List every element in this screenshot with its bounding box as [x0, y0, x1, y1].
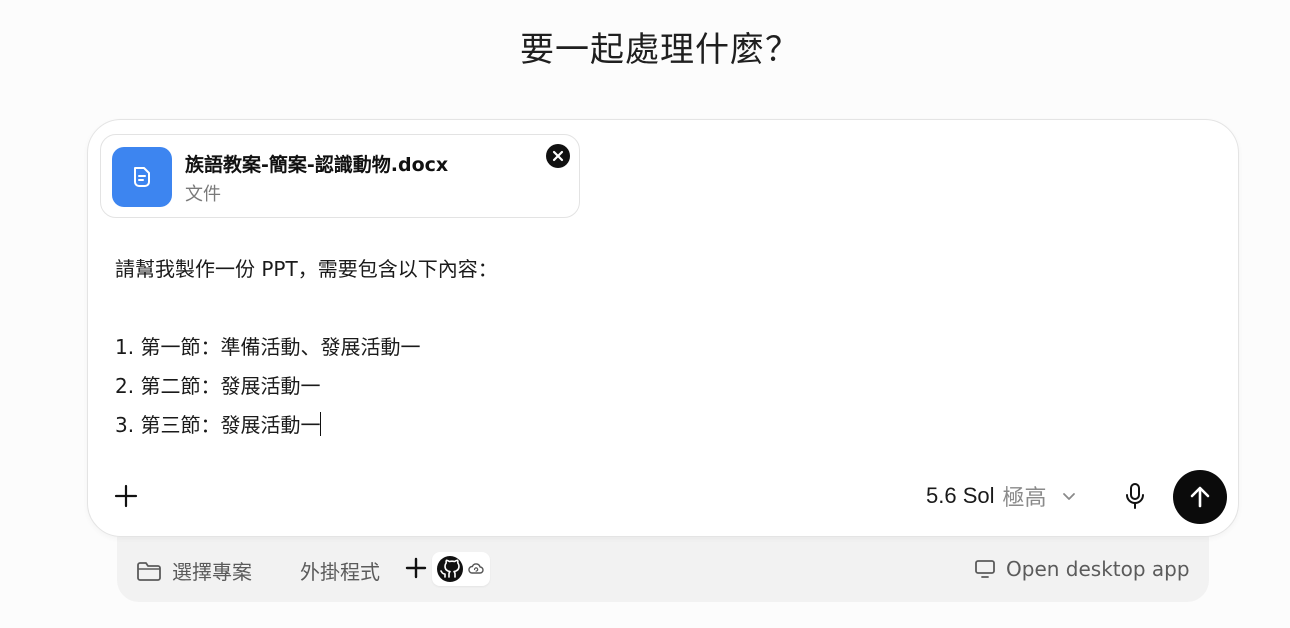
composer: 族語教案-簡案-認識動物.docx 文件 請幫我製作一份 PPT，需要包含以下內… [87, 119, 1239, 537]
folder-icon [137, 561, 161, 581]
select-project-button[interactable]: 選擇專案 [136, 556, 252, 585]
microphone-icon [1126, 483, 1144, 509]
prompt-input[interactable]: 請幫我製作一份 PPT，需要包含以下內容： 1. 第一節：準備活動、發展活動一 … [115, 250, 1205, 460]
add-button[interactable] [112, 482, 140, 510]
attachment-card[interactable]: 族語教案-簡案-認識動物.docx 文件 [100, 134, 580, 218]
cloud-sync-icon [468, 563, 484, 574]
plus-icon [405, 557, 427, 579]
close-circle-icon [552, 150, 564, 162]
model-name: 5.6 Sol [926, 483, 995, 508]
plus-icon [114, 484, 138, 508]
plugin-chip[interactable] [432, 552, 490, 586]
open-desktop-app-link[interactable]: Open desktop app [974, 557, 1190, 581]
plugins-label: 外掛程式 [300, 560, 380, 584]
chevron-down-icon [1062, 493, 1075, 500]
select-project-label: 選擇專案 [172, 560, 252, 584]
attachment-file-type: 文件 [185, 184, 221, 205]
github-icon [437, 556, 463, 582]
plugins-button[interactable]: 外掛程式 [300, 556, 380, 585]
prompt-text: 請幫我製作一份 PPT，需要包含以下內容： 1. 第一節：準備活動、發展活動一 … [115, 257, 498, 437]
monitor-icon [975, 560, 995, 578]
page-headline: 要一起處理什麼？ [520, 30, 800, 70]
voice-input-button[interactable] [1121, 482, 1149, 510]
arrow-up-icon [1190, 486, 1210, 508]
send-button[interactable] [1173, 470, 1227, 524]
add-plugin-button[interactable] [405, 557, 427, 579]
remove-attachment-button[interactable] [546, 144, 570, 168]
document-icon [112, 147, 172, 207]
open-desktop-app-label: Open desktop app [1006, 557, 1190, 581]
text-caret [320, 412, 322, 436]
model-effort: 極高 [1002, 486, 1047, 511]
model-selector[interactable]: 5.6 Sol 極高 [926, 481, 1077, 511]
attachment-file-name: 族語教案-簡案-認識動物.docx [185, 154, 449, 176]
